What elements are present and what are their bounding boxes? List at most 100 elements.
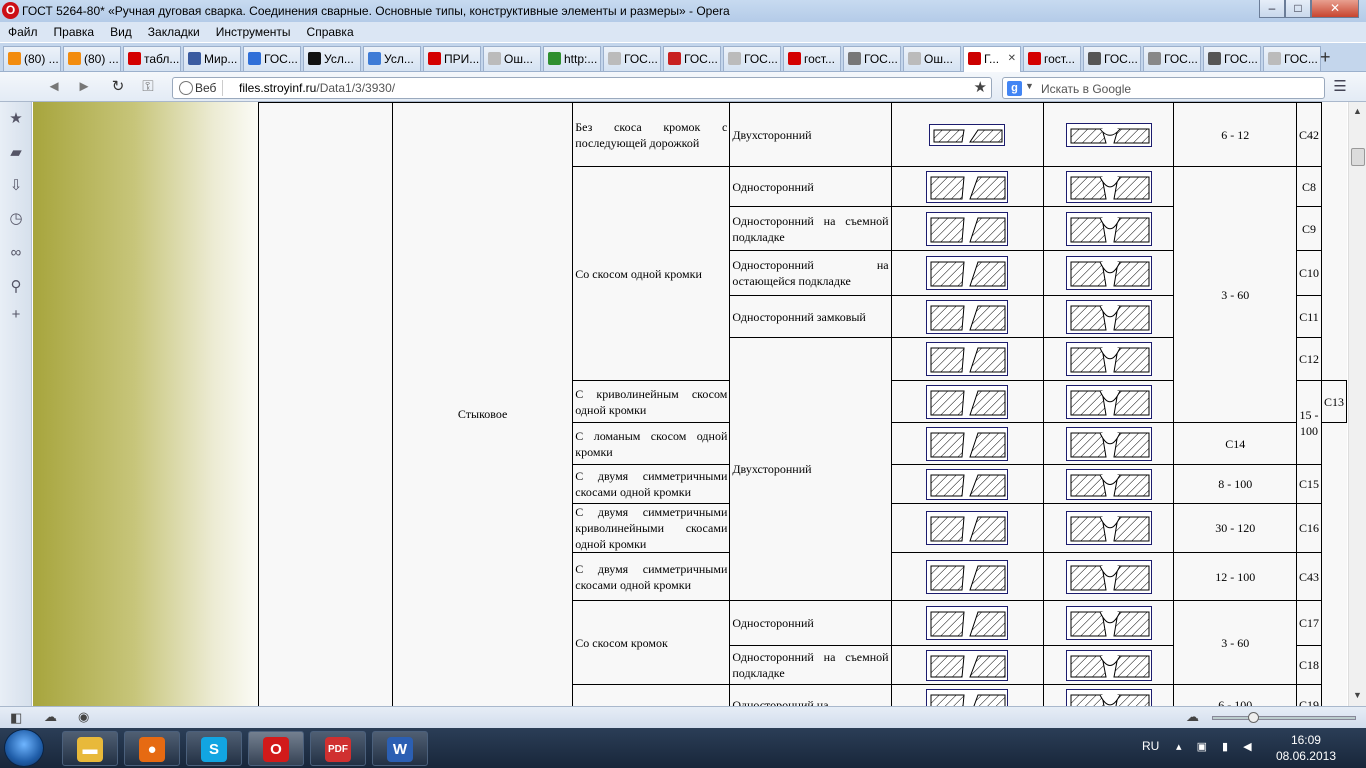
weld-side-cell: Односторонний на [729, 684, 892, 706]
search-engine-dropdown-icon[interactable]: ▼ [1025, 81, 1034, 91]
weld-sketch-cell [1042, 102, 1175, 167]
browser-tab[interactable]: ГОС... [663, 46, 721, 71]
menu-item[interactable]: Вид [102, 22, 140, 39]
panel-menu-icon[interactable]: ☰ [1330, 78, 1350, 96]
joint-designation: С15 [1298, 477, 1319, 491]
tab-label: Ош... [924, 52, 953, 66]
browser-tab[interactable]: ГОС... [1143, 46, 1201, 71]
tray-icons[interactable]: ▴ ▣ ▮ ◀ [1176, 740, 1258, 753]
browser-tab[interactable]: (80) ... [3, 46, 61, 71]
browser-tab[interactable]: ГОС... [1083, 46, 1141, 71]
browser-tab[interactable]: Мир... [183, 46, 241, 71]
browser-tab[interactable]: Усл... [363, 46, 421, 71]
taskbar-explorer-button[interactable]: ▬ [62, 731, 118, 766]
view-cloud-icon[interactable]: ☁ [1186, 709, 1199, 725]
clock[interactable]: 16:09 08.06.2013 [1276, 732, 1336, 764]
zoom-slider-knob[interactable] [1248, 712, 1259, 723]
reload-icon[interactable]: ↻ [108, 78, 128, 96]
opera-logo-icon[interactable]: O [2, 2, 19, 19]
bookmarks-star-icon[interactable]: ★ [7, 110, 25, 128]
browser-tab[interactable]: Г... ✕ [963, 46, 1021, 73]
tab-label: Г... [984, 52, 1000, 66]
joint-type-cell: Стыковое [392, 102, 574, 706]
menu-item[interactable]: Инструменты [208, 22, 299, 39]
browser-tab[interactable]: гост... [1023, 46, 1081, 71]
weld-side-label: Двухсторонний [732, 462, 812, 476]
weld-sketch-image [1065, 688, 1152, 706]
browser-tab[interactable]: Ош... [483, 46, 541, 71]
links-icon[interactable]: ∞ [7, 244, 25, 262]
tab-close-icon[interactable]: ✕ [1008, 47, 1016, 71]
scroll-up-icon[interactable]: ▲ [1353, 106, 1362, 116]
minimize-button[interactable]: – [1259, 0, 1285, 18]
browser-tab[interactable]: ГОС... [843, 46, 901, 71]
history-clock-icon[interactable]: ◷ [7, 210, 25, 228]
bookmark-star-icon[interactable]: ★ [974, 78, 987, 96]
browser-tab[interactable]: Ош... [903, 46, 961, 71]
joint-sketch-image [926, 468, 1009, 500]
menu-item[interactable]: Справка [299, 22, 362, 39]
yandex-icon [128, 52, 141, 65]
browser-tab[interactable]: Усл... [303, 46, 361, 71]
browser-tab[interactable]: http:... [543, 46, 601, 71]
joint-sketch-image [926, 688, 1009, 706]
browser-tab[interactable]: табл... [123, 46, 181, 71]
vertical-scrollbar[interactable]: ▲ ▼ [1348, 102, 1366, 706]
forward-arrow-icon[interactable]: ► [74, 78, 94, 96]
scrollbar-thumb[interactable] [1351, 148, 1365, 166]
title-bar: O ГОСТ 5264-80* «Ручная дуговая сварка. … [0, 0, 1366, 22]
joint-sketch-image [929, 123, 1006, 146]
tab-label: Мир... [204, 52, 238, 66]
back-arrow-icon[interactable]: ◄ [44, 78, 64, 96]
address-field[interactable]: Веб files.stroyinf.ru/Data1/3/3930/ ★ [172, 77, 992, 99]
taskbar-firefox-button[interactable]: ● [124, 731, 180, 766]
zoom-slider[interactable] [1212, 712, 1356, 723]
joint-sketch-image [926, 511, 1009, 545]
downloads-icon[interactable]: ⇩ [7, 177, 25, 195]
unite-cloud-icon[interactable]: ☁ [44, 709, 57, 725]
new-tab-button[interactable]: + [1320, 47, 1331, 68]
table-row: Стыковое Без скоса кромок с последующей д… [257, 102, 1347, 706]
maximize-button[interactable]: □ [1285, 0, 1311, 18]
browser-tab[interactable]: ГОС... [1203, 46, 1261, 71]
taskbar-skype-button[interactable]: S [186, 731, 242, 766]
taskbar-word-button[interactable]: W [372, 731, 428, 766]
edge-sketch-cell [890, 250, 1044, 296]
address-url[interactable]: files.stroyinf.ru/Data1/3/3930/ [239, 81, 395, 95]
notes-icon[interactable]: ▰ [7, 144, 25, 162]
search-icon[interactable]: ⚲ [7, 278, 25, 296]
browser-tab[interactable]: ПРИ... [423, 46, 481, 71]
search-field[interactable]: g ▼ Искать в Google [1002, 77, 1325, 99]
browser-tab[interactable]: ГОС... [1263, 46, 1321, 71]
wand-key-icon[interactable]: ⚿ [138, 78, 158, 96]
browser-tab[interactable]: (80) ... [63, 46, 121, 71]
weld-sketch-cell [1042, 464, 1175, 504]
start-button[interactable] [4, 729, 44, 767]
panel-toggle-icon[interactable]: ◧ [10, 710, 22, 726]
taskbar-opera-button[interactable]: O [248, 731, 304, 766]
menu-item[interactable]: Закладки [140, 22, 208, 39]
browser-tab[interactable]: гост... [783, 46, 841, 71]
web-security-badge[interactable]: Веб [177, 80, 224, 96]
weld-sketch-image [1065, 211, 1152, 246]
taskbar-pdf-viewer-button[interactable]: PDF [310, 731, 366, 766]
document-content: Стыковое Без скоса кромок с последующей д… [257, 102, 1347, 706]
language-indicator[interactable]: RU [1142, 739, 1159, 753]
weld-sketch-image [1065, 511, 1152, 545]
browser-tab[interactable]: ГОС... [603, 46, 661, 71]
browser-tab[interactable]: ГОС... [243, 46, 301, 71]
edge-sketch-cell [890, 422, 1044, 465]
site-icon [308, 52, 321, 65]
edge-sketch-cell [890, 102, 1044, 167]
browser-tab[interactable]: ГОС... [723, 46, 781, 71]
scroll-down-icon[interactable]: ▼ [1353, 690, 1362, 700]
add-panel-icon[interactable]: + [7, 306, 25, 324]
tab-label: ГОС... [624, 52, 658, 66]
menu-item[interactable]: Файл [0, 22, 46, 39]
close-button[interactable]: ✕ [1311, 0, 1359, 18]
turbo-icon[interactable]: ◉ [78, 709, 89, 725]
google-icon[interactable]: g [1007, 81, 1022, 96]
weld-sketch-image [1065, 256, 1152, 290]
edge-preparation-cell: Без скоса кромок с последующей дорожкой [572, 102, 731, 167]
menu-item[interactable]: Правка [46, 22, 103, 39]
